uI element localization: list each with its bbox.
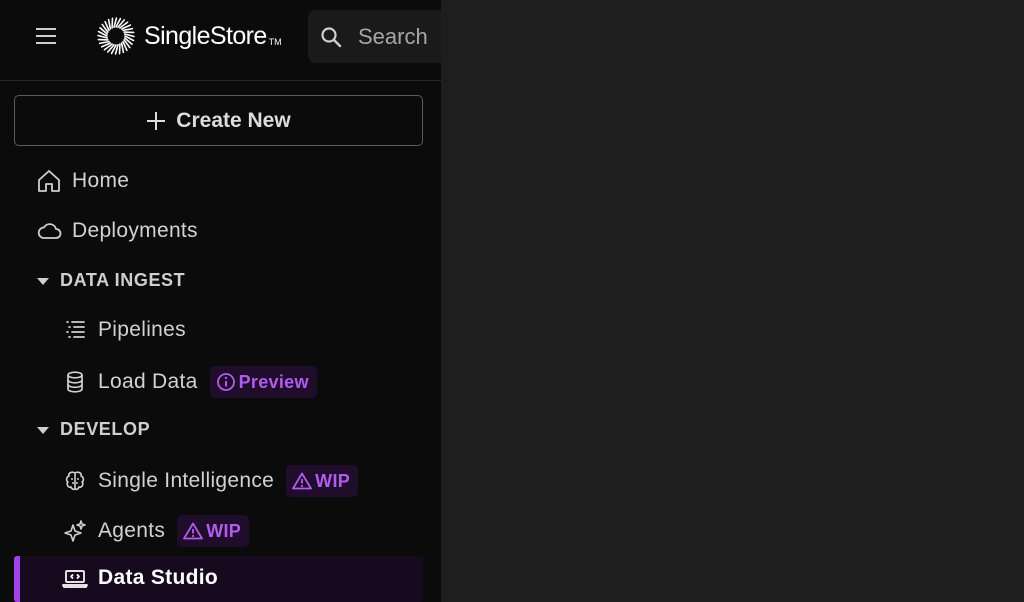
app-window: SingleStore TM Search Create New Home De…: [0, 0, 1024, 602]
search-box[interactable]: Search: [308, 10, 441, 63]
info-icon: [216, 373, 235, 391]
caret-down-icon: [37, 277, 49, 285]
nav-item-data-studio-label: Data Studio: [98, 566, 218, 589]
nav-item-deployments[interactable]: Deployments: [36, 218, 198, 244]
hamburger-icon: [36, 28, 56, 44]
section-data-ingest-title: DATA INGEST: [60, 270, 186, 290]
database-icon: [62, 369, 88, 395]
sidebar: SingleStore TM Search Create New Home De…: [0, 0, 441, 602]
preview-badge-label: Preview: [238, 371, 309, 392]
brand-name: SingleStore: [144, 21, 267, 50]
section-data-ingest[interactable]: DATA INGEST: [36, 270, 185, 291]
create-new-label: Create New: [176, 108, 291, 132]
nav-item-home-label: Home: [72, 169, 130, 192]
singlestore-logo[interactable]: SingleStore TM: [96, 16, 282, 56]
search-input[interactable]: Search: [358, 24, 428, 50]
laptop-code-icon: [62, 565, 88, 591]
create-new-button[interactable]: Create New: [14, 95, 423, 146]
nav-item-single-intelligence[interactable]: Single Intelligence WIP: [62, 465, 359, 497]
wip-badge-label: WIP: [315, 470, 351, 491]
pipelines-icon: [62, 317, 88, 343]
brain-icon: [62, 468, 88, 494]
wip-badge-label: WIP: [206, 520, 242, 541]
nav-item-load-data[interactable]: Load Data Preview: [62, 366, 317, 398]
hamburger-menu-button[interactable]: [30, 22, 62, 50]
nav-item-pipelines[interactable]: Pipelines: [62, 317, 186, 343]
wip-badge: WIP: [177, 515, 250, 547]
caret-down-icon: [37, 426, 49, 434]
warning-icon: [183, 522, 204, 540]
nav-item-home[interactable]: Home: [36, 168, 129, 194]
main-content-area: [441, 0, 1024, 602]
wip-badge: WIP: [286, 465, 359, 497]
home-icon: [36, 168, 62, 194]
nav-item-agents-label: Agents: [98, 519, 166, 542]
nav-item-load-data-label: Load Data: [98, 370, 198, 393]
sidebar-header: SingleStore TM Search: [0, 0, 441, 81]
singlestore-logo-icon: [97, 17, 135, 55]
search-icon: [321, 26, 342, 47]
warning-icon: [292, 472, 313, 490]
section-develop-title: DEVELOP: [60, 419, 151, 439]
nav-item-agents[interactable]: Agents WIP: [62, 515, 250, 547]
preview-badge: Preview: [209, 366, 317, 398]
plus-icon: [147, 111, 166, 130]
trademark-mark: TM: [268, 37, 282, 47]
active-indicator: [14, 556, 20, 602]
nav-item-data-studio[interactable]: Data Studio: [62, 565, 218, 591]
nav-item-pipelines-label: Pipelines: [98, 318, 186, 341]
nav-item-single-intelligence-label: Single Intelligence: [98, 469, 275, 492]
nav-item-deployments-label: Deployments: [72, 219, 198, 242]
section-develop[interactable]: DEVELOP: [36, 419, 150, 440]
sparkle-icon: [62, 518, 88, 544]
cloud-icon: [36, 218, 62, 244]
